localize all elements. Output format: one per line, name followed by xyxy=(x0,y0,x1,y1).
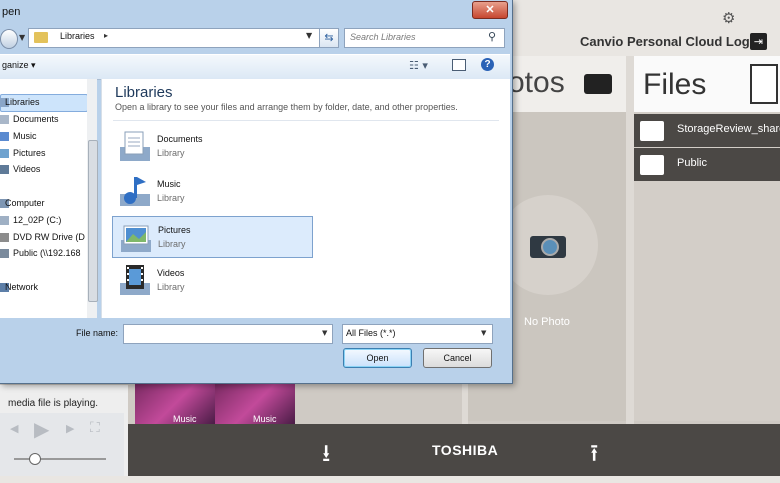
gear-icon[interactable]: ⚙ xyxy=(722,9,735,27)
nav-item-documents[interactable]: Documents xyxy=(13,114,59,124)
dialog-title: pen xyxy=(2,6,21,18)
library-pictures[interactable]: Pictures Library xyxy=(112,216,313,258)
nav-item-pictures[interactable]: Pictures xyxy=(13,148,46,158)
previous-icon[interactable]: ◀ xyxy=(10,422,18,435)
library-videos[interactable]: Videos Library xyxy=(112,260,311,300)
file-type-value: All Files (*.*) xyxy=(346,328,396,338)
preview-pane-icon[interactable] xyxy=(452,59,466,71)
search-icon[interactable]: ⚲ xyxy=(488,30,496,43)
fullscreen-icon[interactable]: ⛶ xyxy=(90,420,100,436)
camera-icon xyxy=(584,74,612,94)
file-label: Public xyxy=(677,157,707,169)
document-icon xyxy=(750,64,778,104)
libraries-heading: Libraries xyxy=(115,84,173,101)
music-icon xyxy=(0,132,9,141)
network-drive-icon xyxy=(0,249,9,258)
nav-scroll-thumb[interactable] xyxy=(88,140,98,302)
photos-title: otos xyxy=(508,66,565,99)
thumbnail-label: Music xyxy=(173,414,197,424)
nav-item-computer[interactable]: Computer xyxy=(5,198,45,208)
documents-icon xyxy=(120,131,150,161)
camera-lens-icon xyxy=(541,238,559,256)
videos-icon xyxy=(120,265,150,295)
nav-item-dvd[interactable]: DVD RW Drive (D xyxy=(13,232,85,242)
file-row[interactable]: Public xyxy=(634,148,780,181)
music-thumbnail[interactable]: Music xyxy=(135,384,215,424)
upload-icon[interactable]: ⭱ xyxy=(590,436,598,477)
volume-knob[interactable] xyxy=(29,453,41,465)
drive-icon xyxy=(0,216,9,225)
pictures-icon xyxy=(121,225,151,252)
file-label: StorageReview_share xyxy=(677,123,780,135)
library-type: Library xyxy=(157,148,185,158)
library-name: Documents xyxy=(157,134,203,144)
address-dropdown-icon[interactable]: ▼ xyxy=(306,31,312,40)
dvd-icon xyxy=(0,233,9,242)
file-name-input[interactable] xyxy=(123,324,333,344)
separator xyxy=(113,120,499,121)
cancel-button[interactable]: Cancel xyxy=(423,348,492,368)
nav-item-videos[interactable]: Videos xyxy=(13,164,40,174)
panel-divider xyxy=(626,56,634,424)
bottom-strip xyxy=(0,476,780,483)
library-name: Videos xyxy=(157,268,185,278)
chevron-down-icon[interactable]: ▼ xyxy=(322,329,327,337)
address-text[interactable]: Libraries xyxy=(60,31,95,41)
open-button[interactable]: Open xyxy=(343,348,412,368)
media-status: media file is playing. xyxy=(8,398,99,409)
library-type: Library xyxy=(157,193,185,203)
search-placeholder: Search Libraries xyxy=(350,32,416,42)
pictures-icon xyxy=(0,149,9,158)
thumbnail-label: Music xyxy=(253,414,277,424)
library-type: Library xyxy=(157,282,185,292)
nav-item-libraries[interactable]: Libraries xyxy=(5,97,40,107)
libraries-subheading: Open a library to see your files and arr… xyxy=(115,102,458,112)
folder-icon xyxy=(640,155,664,175)
library-music[interactable]: Music Library xyxy=(112,171,311,211)
close-button[interactable]: ✕ xyxy=(472,1,508,19)
download-icon[interactable]: ⭳ xyxy=(322,436,330,477)
command-bar xyxy=(0,54,510,80)
brand-logo: TOSHIBA xyxy=(432,442,499,458)
library-name: Pictures xyxy=(158,225,191,235)
folder-icon xyxy=(34,32,48,43)
file-name-label: File name: xyxy=(76,328,119,338)
nav-item-drive-c[interactable]: 12_02P (C:) xyxy=(13,215,61,225)
app-title: Canvio Personal Cloud Login xyxy=(580,34,762,49)
no-photo-label: No Photo xyxy=(524,316,570,328)
nav-item-network[interactable]: Network xyxy=(5,282,38,292)
videos-icon xyxy=(0,165,9,174)
chevron-right-icon[interactable]: ▸ xyxy=(104,31,108,40)
help-icon[interactable]: ? xyxy=(481,58,494,71)
refresh-button[interactable]: ⇆ xyxy=(319,28,339,48)
next-icon[interactable]: ▶ xyxy=(66,422,74,435)
back-button[interactable] xyxy=(0,29,18,49)
chevron-down-icon[interactable]: ▼ xyxy=(481,329,486,337)
play-icon[interactable]: ▶ xyxy=(34,417,49,441)
library-name: Music xyxy=(157,179,181,189)
file-row[interactable]: StorageReview_share xyxy=(634,114,780,147)
library-type: Library xyxy=(158,239,186,249)
nav-item-public[interactable]: Public (\\192.168 xyxy=(13,248,81,258)
music-thumbnail[interactable]: Music xyxy=(215,384,295,424)
nav-item-music[interactable]: Music xyxy=(13,131,37,141)
files-title: Files xyxy=(643,68,707,101)
view-options-icon[interactable]: ☷ ▾ xyxy=(409,59,428,72)
logout-icon[interactable]: ⇥ xyxy=(750,33,767,50)
documents-icon xyxy=(0,115,9,124)
music-icon xyxy=(120,177,150,206)
history-dropdown-icon[interactable]: ▼ xyxy=(19,33,25,42)
folder-icon xyxy=(640,121,664,141)
library-documents[interactable]: Documents Library xyxy=(112,126,311,166)
organize-menu[interactable]: ganize ▾ xyxy=(2,60,36,71)
pane-splitter[interactable] xyxy=(101,79,108,318)
media-controls xyxy=(0,413,124,476)
volume-slider[interactable] xyxy=(14,458,106,460)
